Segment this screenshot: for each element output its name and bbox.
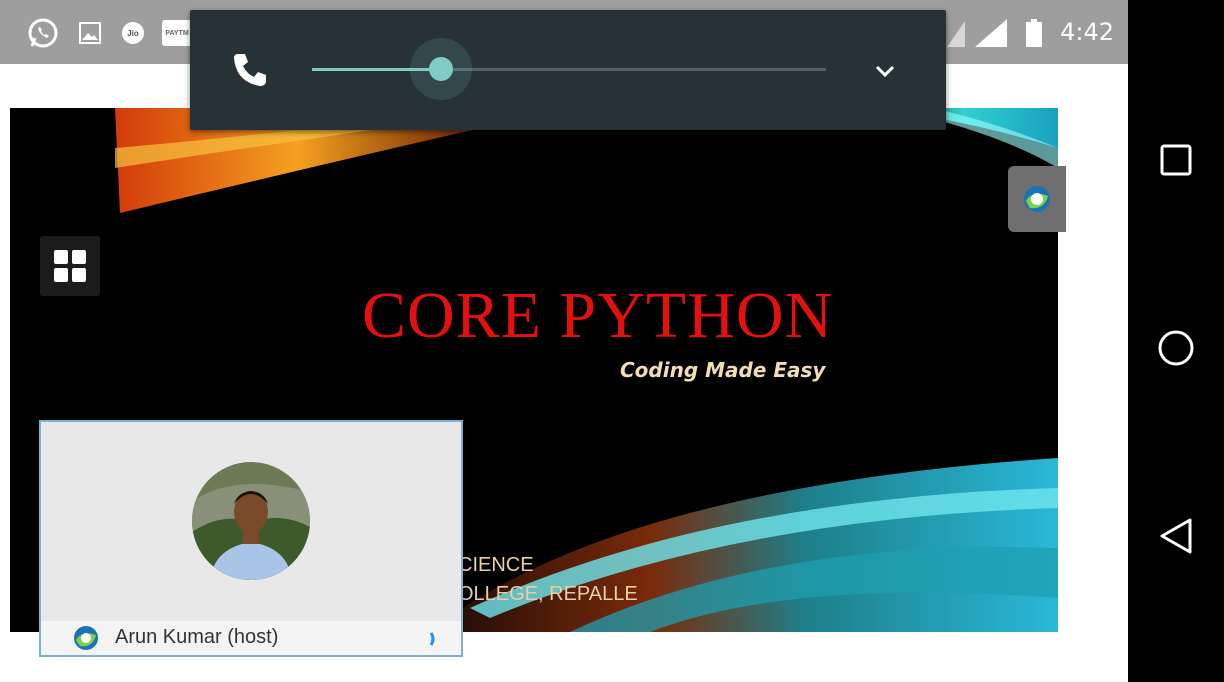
back-triangle-icon [1160, 518, 1192, 554]
home-button[interactable] [1150, 322, 1202, 374]
webex-logo-icon [1024, 186, 1050, 212]
audio-active-icon [429, 632, 435, 646]
back-button[interactable] [1150, 510, 1202, 562]
webex-bubble-button[interactable] [1008, 166, 1066, 232]
volume-panel [190, 10, 946, 130]
signal-icon [946, 14, 966, 52]
clock: 4:42 [1060, 18, 1114, 46]
avatar [192, 462, 310, 580]
volume-slider[interactable] [312, 38, 826, 100]
jio-icon: Jio [120, 14, 146, 52]
slide-margin [1058, 108, 1128, 632]
navigation-bar [1128, 0, 1224, 682]
grid-view-button[interactable] [40, 236, 100, 296]
home-circle-icon [1158, 330, 1194, 366]
slide-subtitle: Coding Made Easy [620, 358, 826, 382]
participant-video-tile[interactable]: Arun Kumar (host) [39, 420, 463, 657]
participant-name-bar: Arun Kumar (host) [41, 621, 461, 655]
signal-icon [974, 14, 1008, 52]
phone-icon [234, 54, 266, 86]
slide-title: CORE PYTHON [362, 279, 834, 352]
webex-logo-icon [74, 626, 98, 650]
chevron-down-icon [875, 65, 895, 78]
recents-square-icon [1160, 144, 1192, 176]
grid-icon [54, 250, 86, 282]
participant-name: Arun Kumar (host) [115, 626, 279, 648]
slide-text-line: CIENCE [458, 554, 534, 576]
battery-icon [1024, 14, 1044, 52]
gallery-icon [78, 14, 102, 52]
expand-volume-button[interactable] [870, 56, 900, 86]
whatsapp-icon [26, 14, 60, 52]
volume-slider-thumb[interactable] [428, 57, 453, 81]
paytm-icon: PAYTM [162, 14, 192, 52]
recents-button[interactable] [1150, 134, 1202, 186]
slide-text-line: OLLEGE, REPALLE [458, 583, 638, 605]
